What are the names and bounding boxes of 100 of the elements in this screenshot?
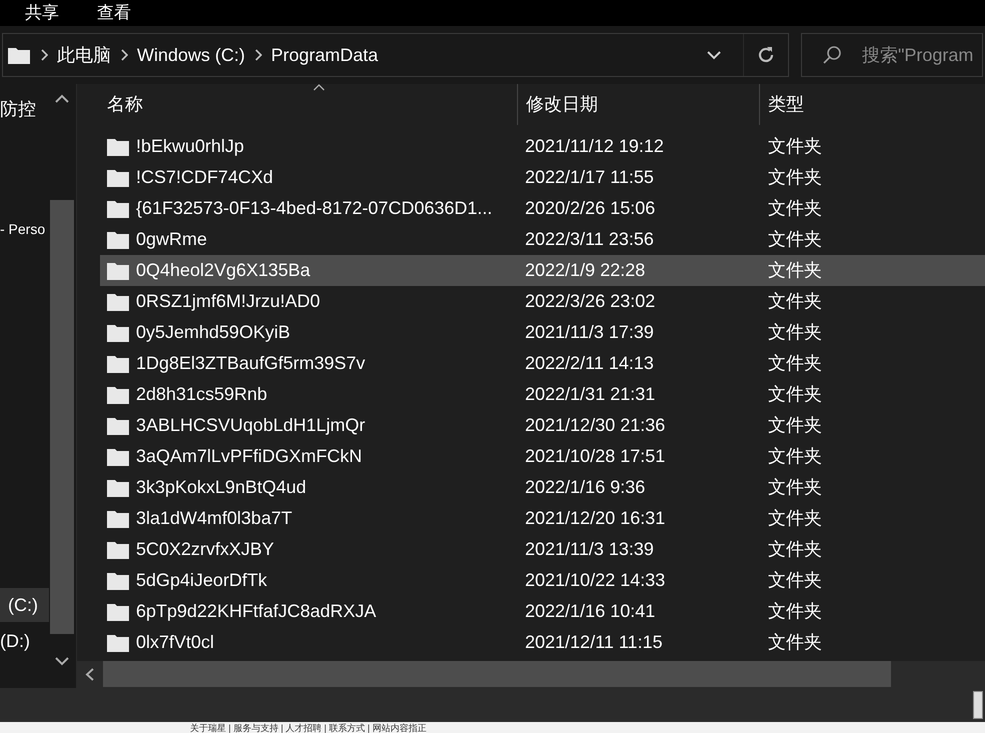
folder-icon [106,602,130,622]
search-box[interactable]: 搜索"Program [801,33,983,77]
file-name: 0Q4heol2Vg6X135Ba [136,259,310,282]
scroll-down-icon[interactable] [55,656,69,666]
file-type: 文件夹 [767,631,822,654]
modified-date: 2022/1/9 22:28 [524,259,646,282]
folder-icon [106,540,130,560]
file-type: 文件夹 [767,321,822,344]
file-row[interactable]: 2d8h31cs59Rnb 2022/1/31 21:31 文件夹 [100,379,985,410]
file-type: 文件夹 [767,476,822,499]
scroll-up-icon[interactable] [55,94,69,104]
file-row[interactable]: {61F32573-0F13-4bed-8172-07CD0636D1... 2020/2/26 15:06 文件夹 [100,193,985,224]
file-row[interactable]: 0gwRme 2022/3/11 23:56 文件夹 [100,224,985,255]
file-row[interactable]: 0RSZ1jmf6M!Jrzu!AD0 2022/3/26 23:02 文件夹 [100,286,985,317]
modified-date: 2020/2/26 15:06 [524,197,656,220]
modified-date: 2021/11/12 19:12 [524,135,665,158]
file-name: !CS7!CDF74CXd [136,166,274,189]
sort-caret-icon [313,84,325,91]
column-header[interactable]: 名称 [77,84,517,125]
modified-date: 2022/1/16 9:36 [524,476,646,499]
folder-icon [106,292,130,312]
file-row[interactable]: 0Q4heol2Vg6X135Ba 2022/1/9 22:28 文件夹 [100,255,985,286]
folder-icon [106,230,130,250]
ribbon-tab[interactable]: 共享 [25,0,59,26]
modified-date: 2021/12/30 21:36 [524,414,666,437]
file-row[interactable]: 5dGp4iJeorDfTk 2021/10/22 14:33 文件夹 [100,565,985,596]
folder-icon [106,446,130,466]
file-row[interactable]: 0lx7fVt0cl 2021/12/11 11:15 文件夹 [100,627,985,658]
file-row[interactable]: 0y5Jemhd59OKyiB 2021/11/3 17:39 文件夹 [100,317,985,348]
folder-icon [106,478,130,498]
folder-icon [106,416,130,436]
folder-icon [106,136,130,156]
column-header[interactable]: 类型 [759,84,985,125]
grip-icon [973,691,983,719]
folder-icon [106,354,130,374]
modified-date: 2021/11/3 17:39 [524,321,655,344]
breadcrumb[interactable]: 此电脑 [57,42,111,68]
search-icon [822,45,842,65]
file-name: 3la1dW4mf0l3ba7T [136,507,292,530]
modified-date: 2021/12/20 16:31 [524,507,666,530]
scrollbar-thumb[interactable] [50,200,74,634]
file-type: 文件夹 [767,166,822,189]
modified-date: 2022/3/11 23:56 [524,228,655,251]
file-type: 文件夹 [767,569,822,592]
modified-date: 2022/3/26 23:02 [524,290,656,313]
folder-icon [106,322,130,342]
file-name: 6pTp9d22KHFtfafJC8adRXJA [136,600,376,623]
chevron-right-icon [254,49,262,61]
file-name: 1Dg8El3ZTBaufGf5rm39S7v [136,352,366,375]
folder-icon [106,384,130,404]
file-row[interactable]: 3aQAm7lLvPFfiDGXmFCkN 2021/10/28 17:51 文件夹 [100,441,985,472]
file-name: 0RSZ1jmf6M!Jrzu!AD0 [136,290,320,313]
ribbon-tab[interactable]: 查看 [97,0,131,26]
file-row[interactable]: !CS7!CDF74CXd 2022/1/17 11:55 文件夹 [100,162,985,193]
scrollbar-thumb[interactable] [103,661,891,687]
file-name: 5dGp4iJeorDfTk [136,569,268,592]
file-row[interactable]: 6pTp9d22KHFtfafJC8adRXJA 2022/1/16 10:41 文件夹 [100,596,985,627]
modified-date: 2021/10/28 17:51 [524,445,666,468]
nav-item[interactable]: (C:) [0,588,49,622]
folder-icon [106,198,130,218]
modified-date: 2022/2/11 14:13 [524,352,655,375]
chevron-down-icon[interactable] [707,50,721,60]
folder-icon [106,260,130,280]
folder-icon [7,45,31,65]
file-row[interactable]: 3k3pKokxL9nBtQ4ud 2022/1/16 9:36 文件夹 [100,472,985,503]
file-type: 文件夹 [767,538,822,561]
address-bar[interactable]: 此电脑 Windows (C:) ProgramData [2,33,789,77]
modified-date: 2021/10/22 14:33 [524,569,666,592]
breadcrumb[interactable]: ProgramData [271,42,378,68]
modified-date: 2022/1/31 21:31 [524,383,656,406]
file-row[interactable]: 3la1dW4mf0l3ba7T 2021/12/20 16:31 文件夹 [100,503,985,534]
nav-item[interactable]: - Perso [0,212,46,246]
column-header[interactable]: 修改日期 [517,84,759,125]
file-row[interactable]: !bEkwu0rhlJp 2021/11/12 19:12 文件夹 [100,131,985,162]
file-row[interactable]: 1Dg8El3ZTBaufGf5rm39S7v 2022/2/11 14:13 文件夹 [100,348,985,379]
file-type: 文件夹 [767,259,822,282]
refresh-icon[interactable] [756,45,776,65]
footer-links: 关于瑞星 | 服务与支持 | 人才招聘 | 联系方式 | 网站内容指正 [190,722,426,732]
file-type: 文件夹 [767,383,822,406]
search-field[interactable]: 搜索"Program [862,42,982,68]
file-row[interactable]: 3ABLHCSVUqobLdH1LjmQr 2021/12/30 21:36 文件夹 [100,410,985,441]
breadcrumb[interactable]: Windows (C:) [137,42,246,68]
nav-item[interactable]: (D:) [0,624,30,658]
file-name: 0gwRme [136,228,208,251]
file-type: 文件夹 [767,414,822,437]
nav-item[interactable]: 防控 [0,92,36,126]
file-type: 文件夹 [767,135,822,158]
chevron-right-icon [120,49,128,61]
modified-date: 2021/11/3 13:39 [524,538,655,561]
file-name: 2d8h31cs59Rnb [136,383,268,406]
file-name: 5C0X2zrvfxXJBY [136,538,274,561]
file-name: 3ABLHCSVUqobLdH1LjmQr [136,414,366,437]
file-name: 0lx7fVt0cl [136,631,214,654]
modified-date: 2021/12/11 11:15 [524,631,664,654]
chevron-right-icon [40,49,48,61]
file-row[interactable]: 5C0X2zrvfxXJBY 2021/11/3 13:39 文件夹 [100,534,985,565]
file-name: 3aQAm7lLvPFfiDGXmFCkN [136,445,362,468]
modified-date: 2022/1/17 11:55 [524,166,655,189]
file-type: 文件夹 [767,352,822,375]
file-type: 文件夹 [767,507,822,530]
